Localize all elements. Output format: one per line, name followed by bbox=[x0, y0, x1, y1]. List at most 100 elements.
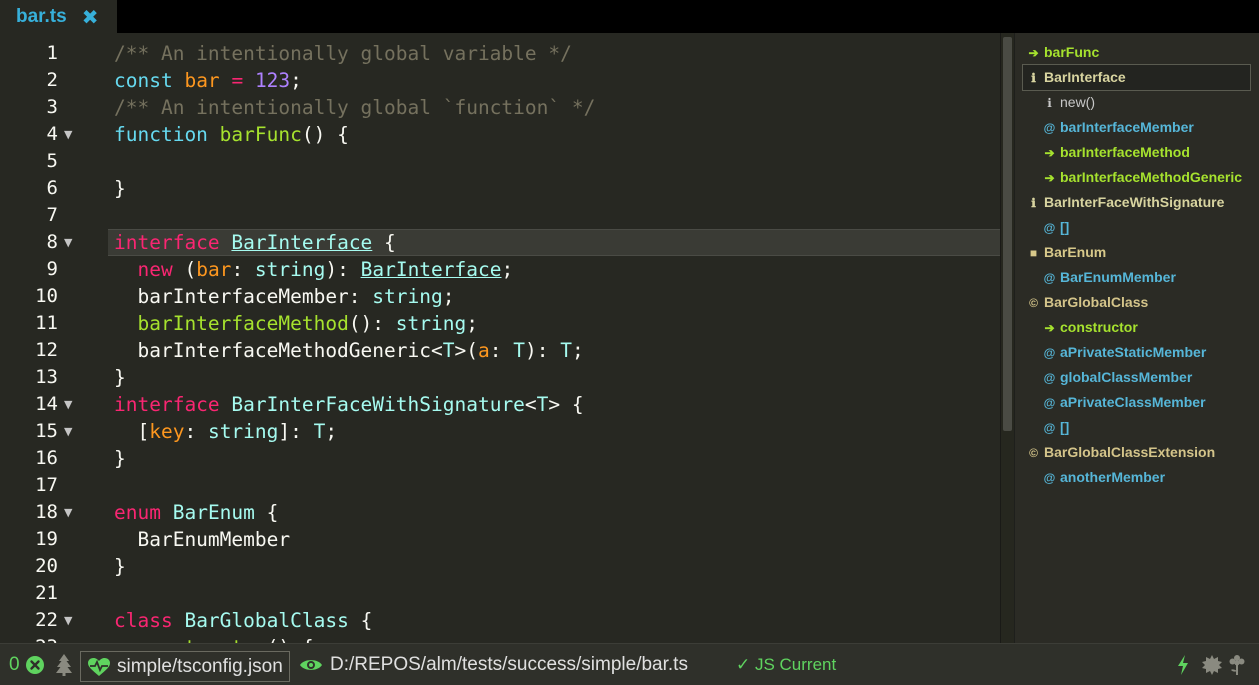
code-line[interactable]: function barFunc() { bbox=[108, 121, 1000, 148]
code-token: () { bbox=[301, 123, 349, 146]
outline-item[interactable]: @ aPrivateClassMember bbox=[1043, 390, 1206, 415]
error-circle-icon[interactable] bbox=[25, 644, 45, 685]
code-line[interactable]: } bbox=[108, 364, 1000, 391]
editor-scrollbar[interactable] bbox=[1000, 33, 1014, 643]
code-line[interactable]: class BarGlobalClass { bbox=[108, 607, 1000, 634]
fold-caret-icon[interactable]: ▼ bbox=[64, 229, 76, 256]
code-line[interactable]: const bar = 123; bbox=[108, 67, 1000, 94]
outline-item[interactable]: @ [] bbox=[1043, 415, 1070, 440]
code-token: const bbox=[114, 69, 173, 92]
fold-caret-icon[interactable]: ▼ bbox=[64, 391, 76, 418]
code-line[interactable]: } bbox=[108, 553, 1000, 580]
outline-item[interactable]: @ BarEnumMember bbox=[1043, 265, 1176, 290]
outline-item[interactable]: ➔ barInterfaceMethod bbox=[1043, 140, 1189, 165]
outline-item-label: BarEnum bbox=[1044, 244, 1107, 260]
tree-icon[interactable] bbox=[54, 644, 74, 685]
fold-caret-icon[interactable]: ▼ bbox=[64, 418, 76, 445]
code-line[interactable]: interface BarInterFaceWithSignature<T> { bbox=[108, 391, 1000, 418]
outline-item[interactable]: ℹ new() bbox=[1043, 90, 1095, 115]
outline-item[interactable]: ■ BarEnum bbox=[1027, 240, 1106, 265]
code-line[interactable]: constructor() { bbox=[108, 634, 1000, 643]
code-area[interactable]: /** An intentionally global variable */c… bbox=[108, 33, 1000, 643]
outline-item-label: barFunc bbox=[1044, 44, 1100, 60]
line-number-gutter: 1 2 3 4 ▼ 5 6 7 8 ▼ 9 10 11 12 13 14 ▼ 15 ▼ 16 17 18 ▼ 19 20 21 22… bbox=[0, 33, 100, 643]
heartbeat-icon bbox=[87, 657, 111, 677]
code-line[interactable] bbox=[108, 472, 1000, 499]
outline-item[interactable]: © BarGlobalClassExtension bbox=[1027, 440, 1215, 465]
code-line[interactable]: BarEnumMember bbox=[108, 526, 1000, 553]
outline-item[interactable]: ➔ constructor bbox=[1043, 315, 1137, 340]
at-icon: @ bbox=[1043, 271, 1056, 285]
code-token: constructor bbox=[137, 636, 266, 643]
at-icon: @ bbox=[1043, 396, 1056, 410]
file-tab[interactable]: bar.ts ✖ bbox=[0, 0, 117, 33]
code-line[interactable]: barInterfaceMethod(): string; bbox=[108, 310, 1000, 337]
code-editor[interactable]: 1 2 3 4 ▼ 5 6 7 8 ▼ 9 10 11 12 13 14 ▼ 15 ▼ 16 17 18 ▼ 19 20 21 22… bbox=[0, 33, 1000, 643]
outline-item[interactable]: ➔ barFunc bbox=[1027, 40, 1099, 65]
code-token: key bbox=[149, 420, 185, 443]
code-line[interactable] bbox=[108, 202, 1000, 229]
code-token: ; bbox=[501, 258, 514, 281]
code-line[interactable]: [key: string]: T; bbox=[108, 418, 1000, 445]
scrollbar-thumb[interactable] bbox=[1003, 37, 1012, 431]
status-bar: 0 simple/tsconfig.json D:/REPOS/alm/test… bbox=[0, 643, 1259, 685]
eye-icon[interactable] bbox=[299, 644, 323, 685]
line-number: 11 bbox=[35, 312, 58, 334]
code-line[interactable]: enum BarEnum { bbox=[108, 499, 1000, 526]
outline-item[interactable]: ➔ barInterfaceMethodGeneric bbox=[1043, 165, 1242, 190]
code-line[interactable]: /** An intentionally global `function` *… bbox=[108, 94, 1000, 121]
code-line[interactable] bbox=[108, 148, 1000, 175]
code-line[interactable] bbox=[108, 580, 1000, 607]
code-line[interactable]: barInterfaceMember: string; bbox=[108, 283, 1000, 310]
code-token: T bbox=[313, 420, 326, 443]
code-token: = bbox=[231, 69, 244, 92]
line-number: 6 bbox=[46, 177, 58, 199]
tsconfig-button[interactable]: simple/tsconfig.json bbox=[80, 651, 290, 682]
outline-item[interactable]: @ aPrivateStaticMember bbox=[1043, 340, 1207, 365]
code-token: [ bbox=[114, 420, 150, 443]
cog-icon[interactable] bbox=[1200, 644, 1224, 685]
code-line[interactable]: /** An intentionally global variable */ bbox=[108, 40, 1000, 67]
code-token: : bbox=[489, 339, 514, 362]
code-token: ]: bbox=[278, 420, 314, 443]
outline-item[interactable]: @ globalClassMember bbox=[1043, 365, 1193, 390]
close-icon[interactable]: ✖ bbox=[82, 7, 99, 27]
fold-caret-icon[interactable]: ▼ bbox=[64, 121, 76, 148]
code-token: ): bbox=[325, 258, 361, 281]
code-token: () { bbox=[267, 636, 314, 643]
fold-caret-icon[interactable]: ▼ bbox=[64, 499, 76, 526]
bolt-icon[interactable] bbox=[1176, 644, 1190, 685]
outline-item[interactable]: @ barInterfaceMember bbox=[1043, 115, 1194, 140]
code-token: { bbox=[372, 231, 396, 254]
outline-item[interactable]: @ anotherMember bbox=[1043, 465, 1165, 490]
fold-caret-icon[interactable]: ▼ bbox=[64, 607, 76, 634]
code-token: { bbox=[254, 501, 279, 524]
outline-item[interactable]: @ [] bbox=[1043, 215, 1070, 240]
flower-icon[interactable] bbox=[1228, 644, 1246, 685]
outline-item-label: aPrivateStaticMember bbox=[1060, 344, 1207, 360]
file-path[interactable]: D:/REPOS/alm/tests/success/simple/bar.ts bbox=[330, 644, 688, 685]
code-line[interactable]: barInterfaceMethodGeneric<T>(a: T): T; bbox=[108, 337, 1000, 364]
code-token: barInterfaceMethod bbox=[137, 312, 349, 335]
outline-item[interactable]: ℹ BarInterFaceWithSignature bbox=[1027, 190, 1224, 215]
code-line[interactable]: } bbox=[108, 445, 1000, 472]
outline-item[interactable]: ℹ BarInterface bbox=[1022, 64, 1251, 91]
line-number: 21 bbox=[35, 582, 58, 604]
code-token: : bbox=[231, 258, 255, 281]
code-line[interactable]: new (bar: string): BarInterface; bbox=[108, 256, 1000, 283]
line-number: 9 bbox=[46, 258, 58, 280]
code-line[interactable]: } bbox=[108, 175, 1000, 202]
js-status[interactable]: ✓ JS Current bbox=[736, 644, 836, 685]
code-token: barFunc bbox=[219, 123, 302, 146]
active-code-line[interactable]: interface BarInterface { bbox=[108, 229, 1000, 256]
code-token: ; bbox=[571, 339, 584, 362]
outline-item[interactable]: © BarGlobalClass bbox=[1027, 290, 1148, 315]
code-token: ; bbox=[442, 285, 455, 308]
code-token: T bbox=[560, 339, 572, 362]
error-count[interactable]: 0 bbox=[9, 644, 20, 685]
tab-title[interactable]: bar.ts bbox=[16, 6, 67, 28]
